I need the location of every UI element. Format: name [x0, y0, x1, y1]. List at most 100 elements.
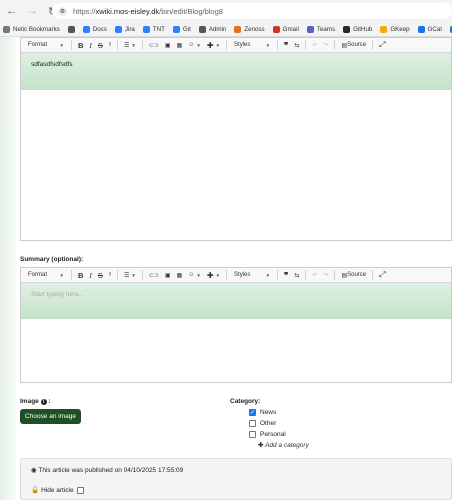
italic-button[interactable]: I [87, 270, 94, 281]
bookmark-admin[interactable]: Admin [198, 25, 226, 33]
chevron-down-icon: ▼ [265, 42, 271, 48]
summary-editor-content[interactable]: Start typing here... [21, 283, 451, 319]
format-label: Format [28, 272, 48, 278]
bookmark-gkeep[interactable]: GKeep [380, 25, 410, 33]
bold-button[interactable]: B [76, 270, 85, 281]
emoji-icon[interactable]: ☺ ▼ [186, 40, 203, 51]
image-icon[interactable]: ▣ [163, 40, 173, 51]
globe-icon: ◉ [31, 467, 37, 474]
category-other-label: Other [260, 420, 277, 427]
forward-arrow-icon[interactable]: → [27, 5, 38, 17]
styles-dropdown[interactable]: Styles ▼ [231, 40, 273, 51]
summary-placeholder: Start typing here... [31, 291, 85, 298]
toolbar-divider [226, 270, 228, 280]
maximize-icon[interactable]: ⤢ [377, 270, 387, 281]
insert-plus-icon[interactable]: ✚ ▼ [205, 270, 222, 281]
bookmark-label: Docs [92, 25, 107, 33]
category-label: Category: [230, 398, 261, 405]
strikethrough-button[interactable]: S [96, 270, 105, 281]
remove-format-icon[interactable]: ᵡ [107, 270, 113, 281]
teams-icon [306, 25, 314, 33]
editor-content-text: sdfasdfsdfsdfs [31, 61, 73, 68]
bookmark-gcal[interactable]: GCal [417, 25, 442, 33]
bookmark-label: GitHub [353, 25, 373, 33]
maximize-icon[interactable]: ⤢ [377, 40, 387, 51]
url-protocol: https:// [73, 6, 96, 16]
toolbar-divider [305, 40, 307, 50]
styles-dropdown[interactable]: Styles ▼ [231, 270, 273, 281]
main-editor[interactable]: Format ▼ B I S ᵡ ☰ ▼ ⊂⊃ ▣ ▦ ☺ ▼ ✚ ▼ Styles ▼ … [20, 37, 452, 241]
hide-article-row[interactable]: 🔓 Hide article [31, 486, 84, 494]
toolbar-divider [372, 40, 374, 50]
news-checkbox[interactable]: ✓ [249, 409, 256, 416]
bookmark-label: Jira [124, 25, 135, 33]
bookmark-docs[interactable]: Docs [82, 25, 107, 33]
bookmark-netic-bookmarks[interactable]: Netic Bookmarks [3, 25, 60, 33]
link-icon[interactable]: ⊂⊃ [147, 40, 161, 51]
source-button[interactable]: ▤ Source [339, 270, 368, 281]
bookmark-teams[interactable]: Teams [306, 25, 335, 33]
site-info-icon[interactable]: ⚙ [58, 6, 67, 16]
category-news-label: News [260, 409, 277, 416]
format-dropdown[interactable]: Format ▼ [25, 270, 67, 281]
blockquote-icon[interactable]: ❞ [282, 40, 290, 51]
url-field[interactable]: ⚙ https://xwiki.mos-eisley.dk/bin/edit/B… [52, 3, 452, 19]
italic-button[interactable]: I [87, 40, 94, 51]
toolbar-divider [372, 270, 374, 280]
hide-article-checkbox[interactable] [76, 486, 84, 494]
category-item-other[interactable]: Other [249, 420, 276, 427]
list-icon[interactable]: ☰ ▼ [122, 270, 138, 281]
undo-icon[interactable]: ↶ [310, 40, 319, 51]
bookmark-git[interactable]: Git [172, 25, 191, 33]
add-category-link[interactable]: ✚ Add a category [258, 441, 309, 449]
chevron-down-icon: ▼ [59, 42, 64, 48]
chevron-down-icon: ▼ [59, 272, 64, 278]
table-icon[interactable]: ▦ [175, 40, 185, 51]
choose-image-button[interactable]: Choose an image [20, 409, 81, 424]
link-icon[interactable]: ⊂⊃ [147, 270, 161, 281]
source-label: Source [347, 272, 367, 278]
bookmark-github[interactable]: GitHub [343, 25, 373, 33]
toolbar-divider [277, 40, 279, 50]
emoji-icon[interactable]: ☺ ▼ [186, 270, 203, 281]
list-icon[interactable]: ☰ ▼ [122, 40, 138, 51]
tnt-icon [142, 25, 150, 33]
main-editor-content[interactable]: sdfasdfsdfsdfs [21, 53, 451, 90]
remove-format-icon[interactable]: ᵡ [107, 40, 113, 51]
back-arrow-icon[interactable]: ← [6, 5, 17, 17]
bookmark-gmail[interactable]: Gmail [272, 25, 299, 33]
summary-editor[interactable]: Format ▼ B I S ᵡ ☰ ▼ ⊂⊃ ▣ ▦ ☺ ▼ ✚ ▼ Styles ▼ … [20, 267, 452, 383]
source-button[interactable]: ▤ Source [339, 40, 368, 51]
bookmark-tnt[interactable]: TNT [142, 25, 165, 33]
redo-icon[interactable]: ↷ [321, 270, 330, 281]
gmail-icon [272, 25, 280, 33]
category-item-personal[interactable]: Personal [249, 431, 286, 438]
undo-icon[interactable]: ↶ [310, 270, 319, 281]
other-checkbox[interactable] [249, 420, 256, 427]
bookmark-jira[interactable]: Jira [114, 25, 135, 33]
bold-button[interactable]: B [76, 40, 85, 51]
macro-icon[interactable]: ⇆ [292, 270, 301, 281]
insert-plus-icon[interactable]: ✚ ▼ [205, 40, 222, 51]
strikethrough-button[interactable]: S [96, 40, 105, 51]
toolbar-divider [334, 40, 336, 50]
source-label: Source [347, 42, 367, 48]
format-dropdown[interactable]: Format ▼ [25, 40, 67, 51]
personal-checkbox[interactable] [249, 431, 256, 438]
image-icon[interactable]: ▣ [163, 270, 173, 281]
category-item-news[interactable]: ✓ News [249, 409, 276, 416]
bookmark-zenoss[interactable]: Zenoss [234, 25, 265, 33]
bookmark-apps[interactable] [67, 25, 75, 33]
blockquote-icon[interactable]: ❞ [282, 270, 290, 281]
macro-icon[interactable]: ⇆ [292, 40, 301, 51]
publish-status: ◉ This article was published on 04/10/20… [31, 466, 183, 474]
github-icon [343, 25, 351, 33]
table-icon[interactable]: ▦ [175, 270, 185, 281]
info-icon[interactable]: i [40, 399, 47, 405]
chevron-down-icon: ▼ [265, 272, 271, 278]
toolbar-divider [71, 270, 72, 280]
bookmark-label: GKeep [390, 25, 410, 33]
redo-icon[interactable]: ↷ [321, 40, 330, 51]
styles-label: Styles [234, 42, 251, 48]
bookmark-label: TNT [152, 25, 165, 33]
